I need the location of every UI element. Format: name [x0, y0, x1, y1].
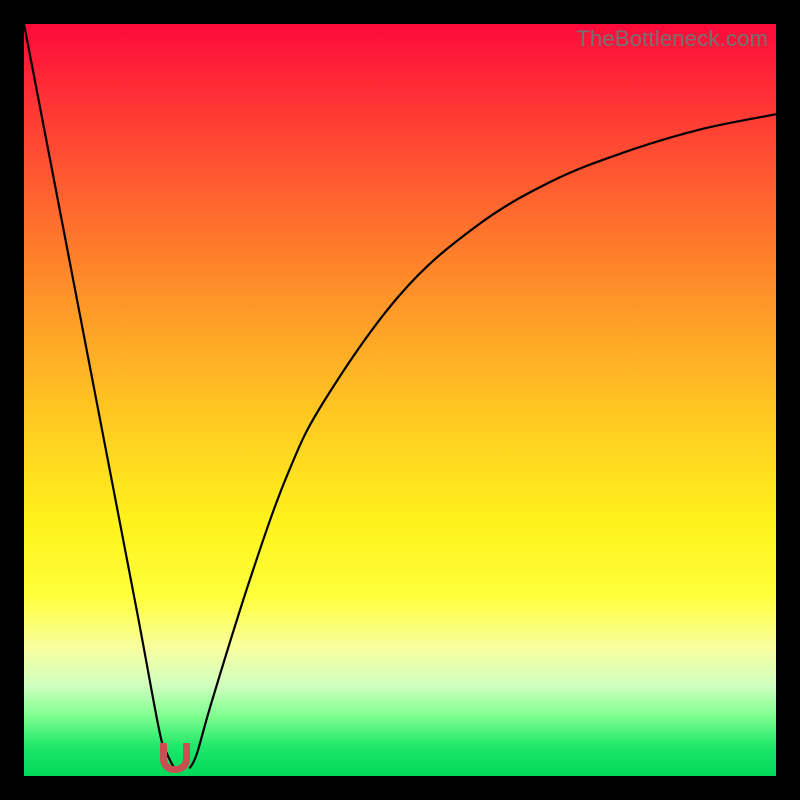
curve-path-left	[24, 24, 174, 768]
curve-path-right	[189, 114, 776, 768]
bottleneck-curve	[24, 24, 776, 776]
optimum-marker	[160, 743, 190, 773]
watermark-text: TheBottleneck.com	[576, 26, 768, 52]
plot-area: TheBottleneck.com	[24, 24, 776, 776]
